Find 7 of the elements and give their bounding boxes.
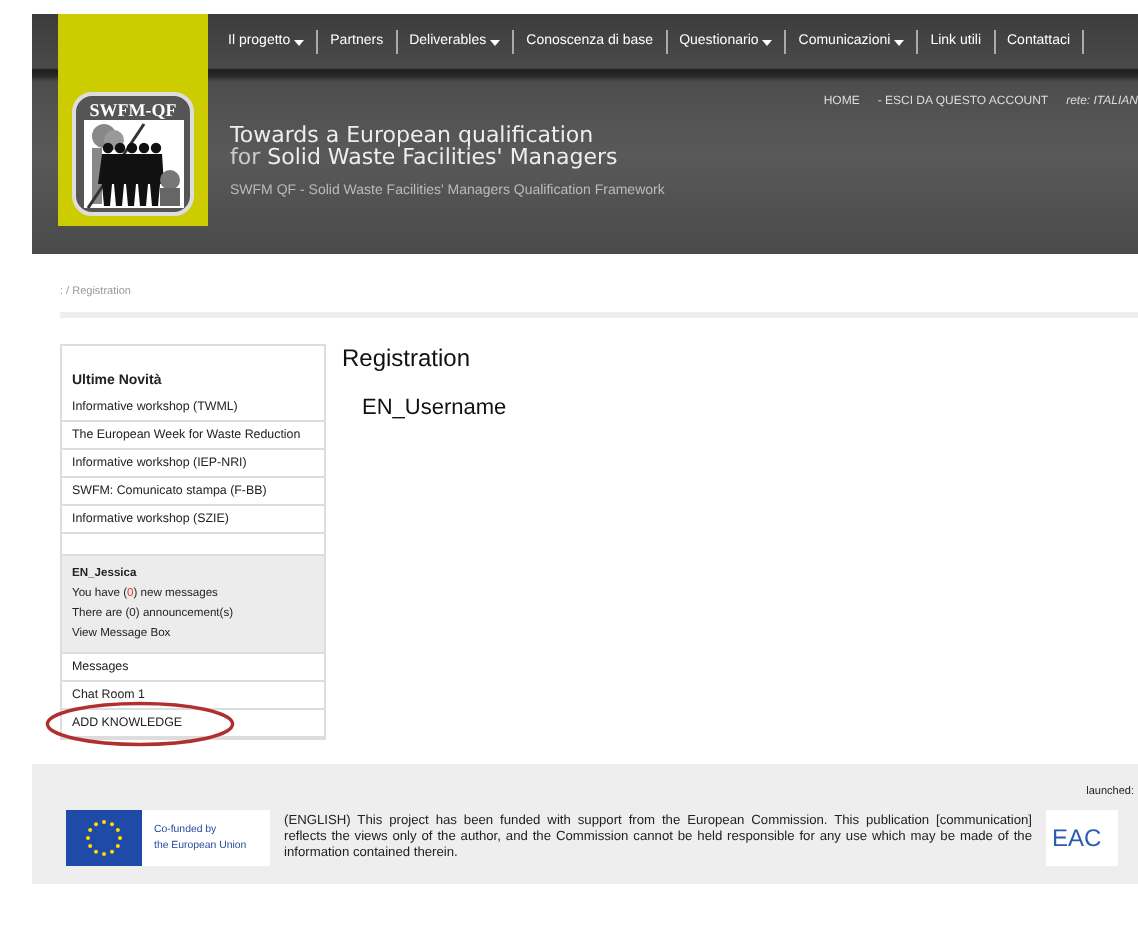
page-heading: Registration <box>342 344 473 372</box>
site-title: Towards a European qualification for Solid Waste Facilities' Managers <box>230 124 620 168</box>
logo-text: SWFM-QF <box>89 100 177 120</box>
username-label: EN_Username <box>362 396 507 420</box>
eu-flag-icon <box>66 810 142 866</box>
partner-logo: EAC <box>1046 810 1118 866</box>
people-silhouettes-drawing <box>83 120 183 208</box>
